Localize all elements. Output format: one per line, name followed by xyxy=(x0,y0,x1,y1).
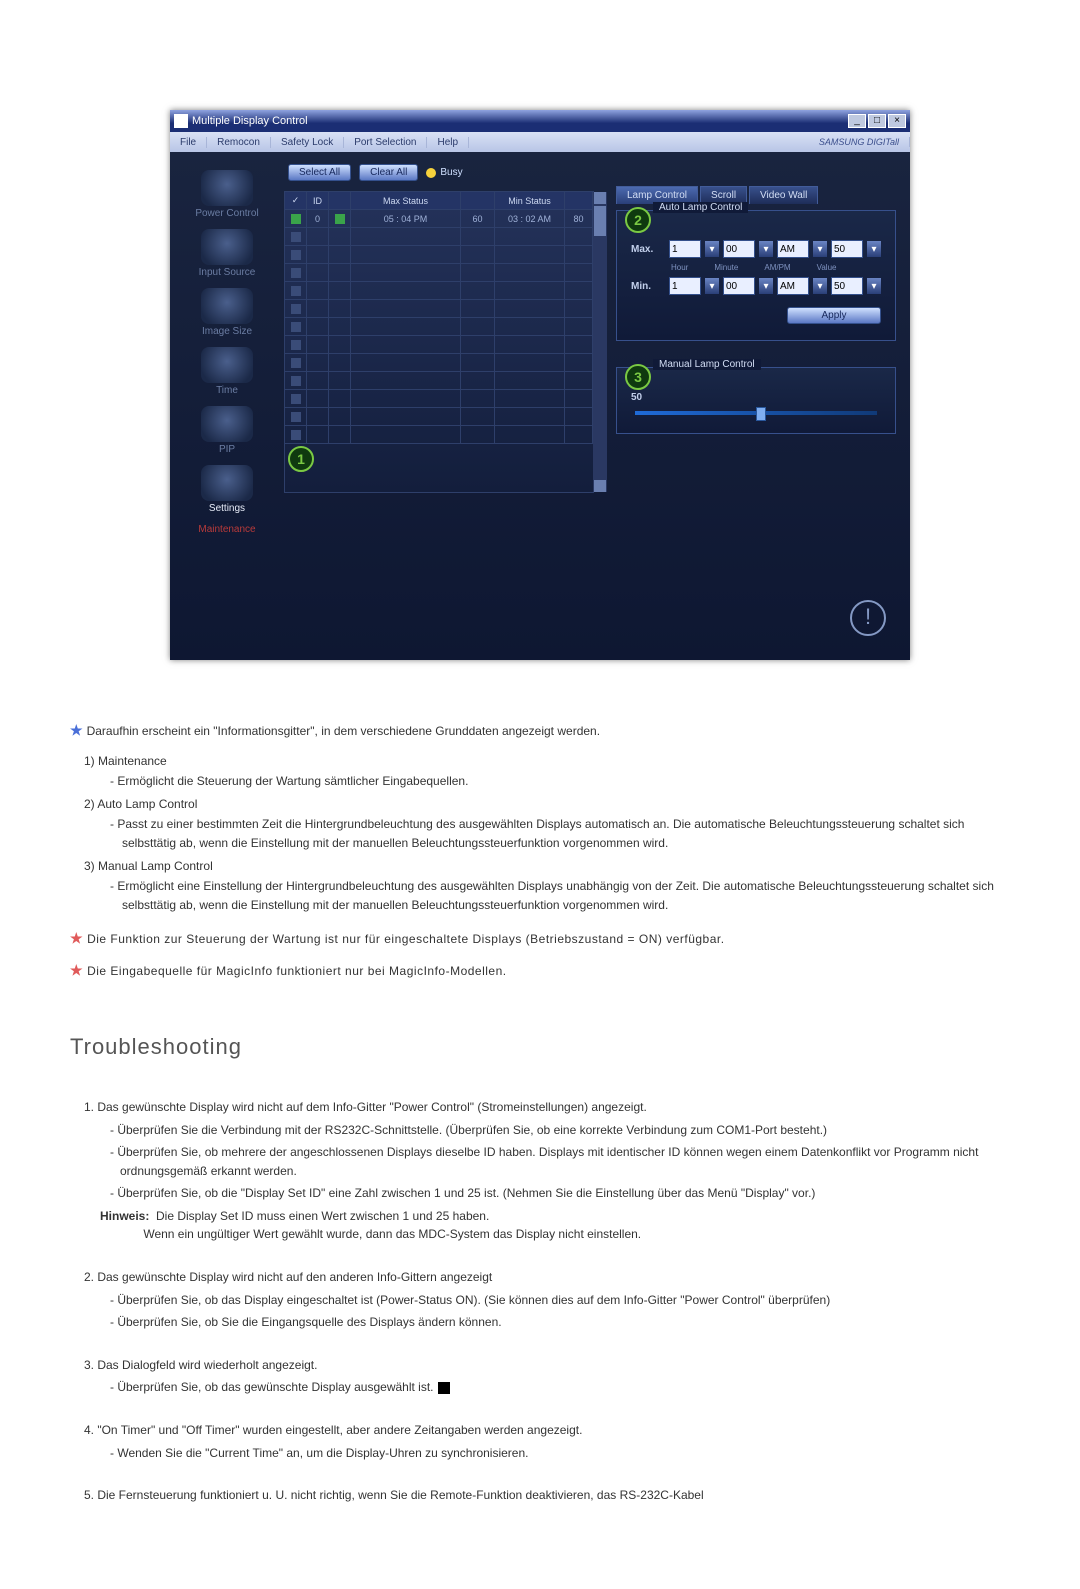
auto-min-row: Min. 1▾ 00▾ AM▾ 50▾ xyxy=(631,277,881,295)
menu-port-selection[interactable]: Port Selection xyxy=(344,137,427,148)
item-3-desc: - Ermöglicht eine Einstellung der Hinter… xyxy=(110,877,1010,914)
note-1: Die Funktion zur Steuerung der Wartung i… xyxy=(87,932,725,946)
row-check[interactable] xyxy=(291,214,301,224)
item-2-head: 2) Auto Lamp Control xyxy=(84,795,1010,814)
col-labels: Hour Minute AM/PM Value xyxy=(671,263,881,272)
ts-1-a: - Überprüfen Sie die Verbindung mit der … xyxy=(110,1121,1010,1140)
item-3-head: 3) Manual Lamp Control xyxy=(84,857,1010,876)
sidebar: Power Control Input Source Image Size Ti… xyxy=(170,152,284,660)
max-minute[interactable]: 00 xyxy=(723,240,755,258)
maximize-button[interactable]: □ xyxy=(868,114,886,128)
title-bar: Multiple Display Control _ □ × xyxy=(170,110,910,132)
auto-max-row: Max. 1▾ 00▾ AM▾ 50▾ xyxy=(631,240,881,258)
sidebar-item-time[interactable]: Time xyxy=(174,347,280,396)
item-2-desc: - Passt zu einer bestimmten Zeit die Hin… xyxy=(110,815,1010,852)
right-panel: Lamp Control Scroll Video Wall 2 Auto La… xyxy=(594,152,910,660)
chevron-down-icon[interactable]: ▾ xyxy=(813,278,827,294)
ts-1-b: - Überprüfen Sie, ob mehrere der angesch… xyxy=(110,1143,1010,1180)
max-hour[interactable]: 1 xyxy=(669,240,701,258)
auto-lamp-title: Auto Lamp Control xyxy=(653,202,748,213)
sidebar-item-image[interactable]: Image Size xyxy=(174,288,280,337)
max-ampm[interactable]: AM xyxy=(777,240,809,258)
chevron-down-icon[interactable]: ▾ xyxy=(813,241,827,257)
star-icon: ★ xyxy=(70,962,83,978)
menu-help[interactable]: Help xyxy=(427,137,469,148)
mid-panel: Select All Clear All Busy ✓ ID Max Statu… xyxy=(284,152,594,660)
chevron-down-icon[interactable]: ▾ xyxy=(705,278,719,294)
callout-1-badge: 1 xyxy=(288,446,314,472)
warning-icon: ! xyxy=(850,600,886,636)
menu-bar: File Remocon Safety Lock Port Selection … xyxy=(170,132,910,152)
window-title: Multiple Display Control xyxy=(192,115,308,127)
manual-lamp-title: Manual Lamp Control xyxy=(653,359,761,370)
tab-video-wall[interactable]: Video Wall xyxy=(749,186,818,204)
table-row[interactable]: 0 05 : 04 PM 60 03 : 02 AM 80 xyxy=(285,210,593,228)
apply-button[interactable]: Apply xyxy=(787,307,881,324)
menu-safety-lock[interactable]: Safety Lock xyxy=(271,137,344,148)
ts-4-head: 4. "On Timer" und "Off Timer" wurden ein… xyxy=(84,1421,1010,1440)
auto-lamp-panel: 2 Auto Lamp Control Max. 1▾ 00▾ AM▾ 50▾ … xyxy=(616,210,896,341)
menu-file[interactable]: File xyxy=(170,137,207,148)
troubleshooting-title: Troubleshooting xyxy=(70,1030,1010,1064)
max-value[interactable]: 50 xyxy=(831,240,863,258)
manual-value: 50 xyxy=(631,392,881,403)
sidebar-item-maintenance[interactable]: Maintenance xyxy=(174,524,280,535)
intro-text: Daraufhin erscheint ein "Informationsgit… xyxy=(87,724,600,738)
document-body: ★ Daraufhin erscheint ein "Informationsgi… xyxy=(70,720,1010,1505)
row-status-icon xyxy=(335,214,345,224)
item-1-desc: - Ermöglicht die Steuerung der Wartung s… xyxy=(110,772,1010,791)
ts-3-a: - Überprüfen Sie, ob das gewünschte Disp… xyxy=(110,1378,1010,1397)
black-square-icon xyxy=(438,1382,450,1394)
sidebar-item-settings[interactable]: Settings xyxy=(174,465,280,514)
sidebar-item-power[interactable]: Power Control xyxy=(174,170,280,219)
ts-3-head: 3. Das Dialogfeld wird wiederholt angeze… xyxy=(84,1356,1010,1375)
ts-1-hint: Hinweis: Die Display Set ID muss einen W… xyxy=(100,1207,1010,1244)
busy-indicator: Busy xyxy=(426,167,462,178)
col-max: Max Status xyxy=(351,192,461,210)
item-1-head: 1) Maintenance xyxy=(84,752,1010,771)
chevron-down-icon[interactable]: ▾ xyxy=(759,241,773,257)
ts-2-a: - Überprüfen Sie, ob das Display eingesc… xyxy=(110,1291,1010,1310)
callout-3-badge: 3 xyxy=(625,364,651,390)
col-check: ✓ xyxy=(285,192,307,210)
sidebar-item-pip[interactable]: PIP xyxy=(174,406,280,455)
sidebar-item-input[interactable]: Input Source xyxy=(174,229,280,278)
min-ampm[interactable]: AM xyxy=(777,277,809,295)
display-table: ✓ ID Max Status Min Status 0 05 : 04 PM … xyxy=(284,191,594,493)
min-hour[interactable]: 1 xyxy=(669,277,701,295)
ts-1-head: 1. Das gewünschte Display wird nicht auf… xyxy=(84,1098,1010,1117)
min-minute[interactable]: 00 xyxy=(723,277,755,295)
close-button[interactable]: × xyxy=(888,114,906,128)
chevron-down-icon[interactable]: ▾ xyxy=(759,278,773,294)
brand-label: SAMSUNG DIGITall xyxy=(809,137,910,147)
select-all-button[interactable]: Select All xyxy=(288,164,351,181)
ts-5-head: 5. Die Fernsteuerung funktioniert u. U. … xyxy=(84,1486,1010,1505)
col-id: ID xyxy=(307,192,329,210)
ts-2-head: 2. Das gewünschte Display wird nicht auf… xyxy=(84,1268,1010,1287)
callout-2-badge: 2 xyxy=(625,207,651,233)
manual-lamp-panel: 3 Manual Lamp Control 50 xyxy=(616,367,896,434)
chevron-down-icon[interactable]: ▾ xyxy=(867,241,881,257)
col-status-icon xyxy=(329,192,351,210)
star-icon: ★ xyxy=(70,722,83,738)
ts-2-b: - Überprüfen Sie, ob Sie die Eingangsque… xyxy=(110,1313,1010,1332)
minimize-button[interactable]: _ xyxy=(848,114,866,128)
app-icon xyxy=(174,114,188,128)
chevron-down-icon[interactable]: ▾ xyxy=(867,278,881,294)
note-2: Die Eingabequelle für MagicInfo funktion… xyxy=(87,964,507,978)
app-window: Multiple Display Control _ □ × File Remo… xyxy=(170,110,910,660)
min-value[interactable]: 50 xyxy=(831,277,863,295)
star-icon: ★ xyxy=(70,930,83,946)
clear-all-button[interactable]: Clear All xyxy=(359,164,418,181)
chevron-down-icon[interactable]: ▾ xyxy=(705,241,719,257)
ts-1-c: - Überprüfen Sie, ob die "Display Set ID… xyxy=(110,1184,1010,1203)
ts-4-a: - Wenden Sie die "Current Time" an, um d… xyxy=(110,1444,1010,1463)
col-min: Min Status xyxy=(495,192,565,210)
menu-remocon[interactable]: Remocon xyxy=(207,137,271,148)
manual-slider[interactable] xyxy=(635,411,877,415)
